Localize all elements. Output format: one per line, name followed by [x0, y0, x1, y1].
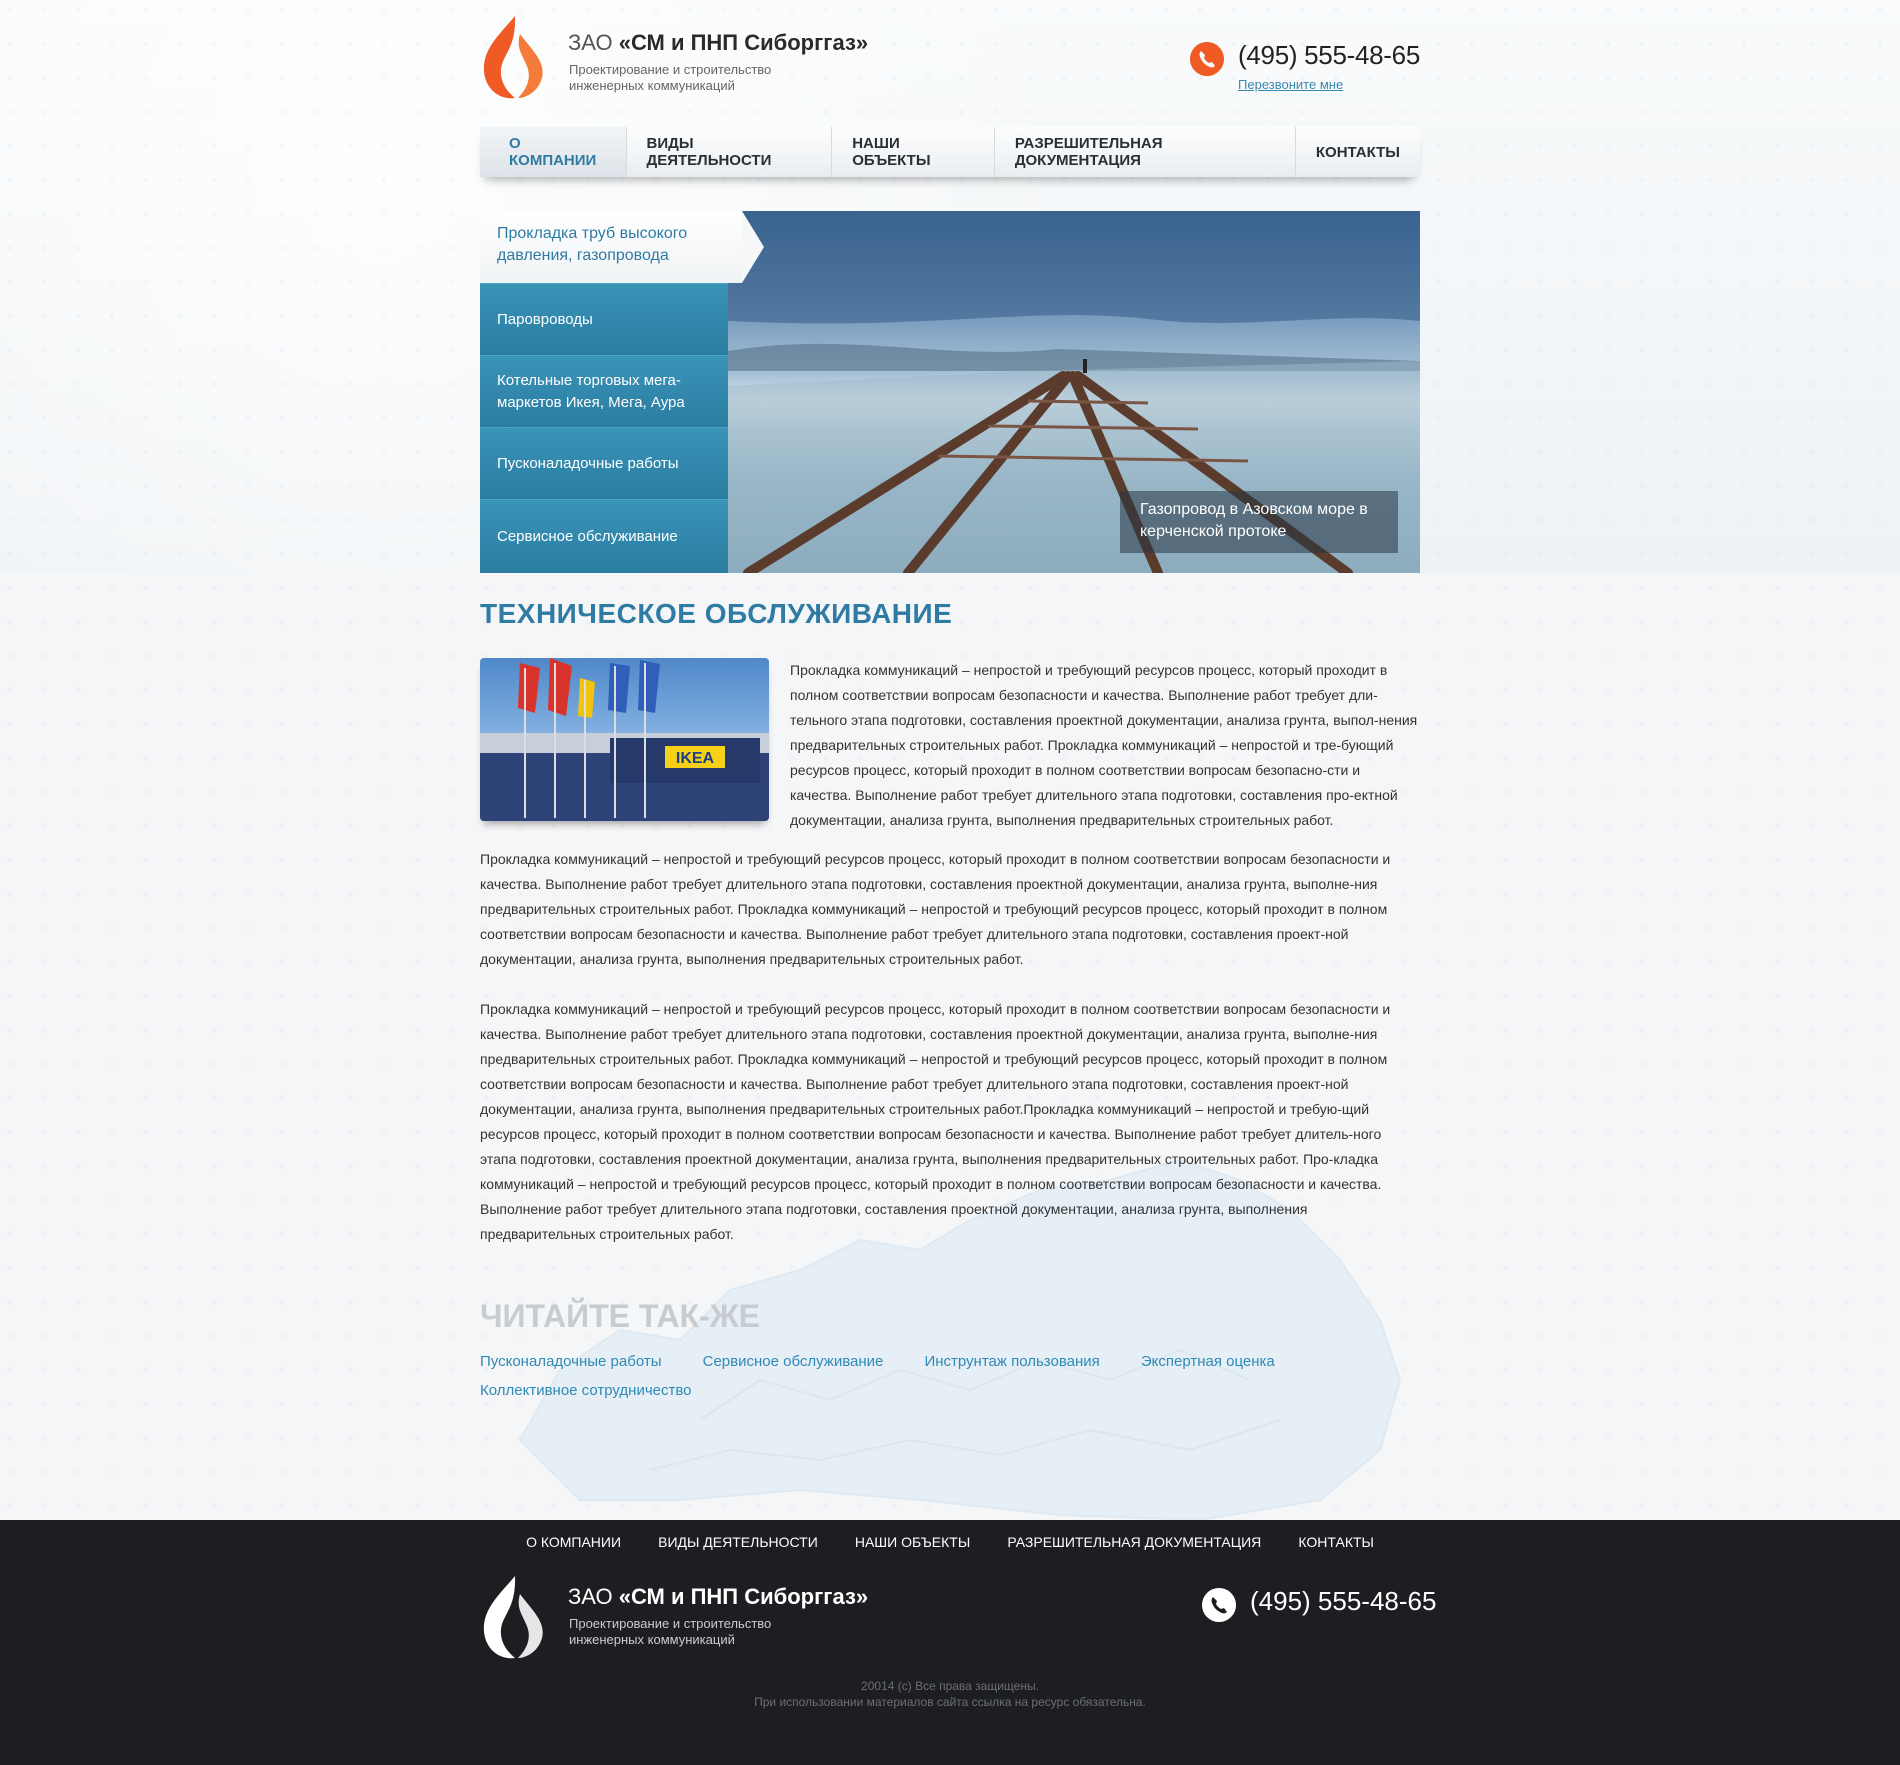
company-tagline: Проектирование и строительство инженерны… [569, 62, 772, 93]
read-also-links: Пусконаладочные работы Сервисное обслужи… [480, 1351, 1420, 1409]
footer-company-name: ЗАО «СМ и ПНП Сиборггаз» [568, 1584, 868, 1610]
intro-paragraph: Прокладка коммуникаций – непростой и тре… [790, 662, 1418, 828]
read-also-link[interactable]: Сервисное обслуживание [703, 1353, 884, 1370]
footer-phone-number[interactable]: (495) 555-48-65 [1250, 1586, 1436, 1617]
company-prefix: ЗАО [568, 30, 619, 55]
slider-photo: Газопровод в Азовском море в керченской … [728, 211, 1420, 573]
callback-link[interactable]: Перезвоните мне [1238, 77, 1420, 92]
company-name: ЗАО «СМ и ПНП Сиборггаз» [568, 30, 868, 56]
slider-item-service[interactable]: Сервисное обслуживание [480, 499, 728, 573]
content-paragraph-2: Прокладка коммуникаций – непростой и тре… [480, 1001, 1391, 1242]
active-arrow-icon [742, 211, 764, 283]
footer-nav-contacts[interactable]: КОНТАКТЫ [1298, 1534, 1374, 1550]
phone-number[interactable]: (495) 555-48-65 [1238, 40, 1420, 71]
page-title: ТЕХНИЧЕСКОЕ ОБСЛУЖИВАНИЕ [480, 598, 953, 629]
phone-icon [1190, 42, 1225, 76]
slider-item-label: Котельные торговых мега-маркетов Икея, М… [497, 371, 685, 411]
footer-phone-icon [1202, 1588, 1236, 1622]
footer-flame-logo-icon[interactable] [480, 1574, 550, 1660]
ikea-sign-text: IKEA [676, 750, 715, 767]
footer-company-prefix: ЗАО [568, 1584, 619, 1609]
nav-item-contacts[interactable]: КОНТАКТЫ [1296, 127, 1420, 177]
slider-item-label: Паровроводы [497, 310, 593, 328]
read-also-link[interactable]: Экспертная оценка [1141, 1353, 1275, 1370]
read-also-title: ЧИТАЙТЕ ТАК-ЖЕ [480, 1298, 760, 1334]
footer-nav-activities[interactable]: ВИДЫ ДЕЯТЕЛЬНОСТИ [658, 1534, 818, 1550]
read-also-link[interactable]: Инструнтаж пользования [924, 1353, 1099, 1370]
site-header: ЗАО «СМ и ПНП Сиборггаз» Проектирование … [480, 0, 1420, 120]
copyright: 20014 (с) Все права защищены. При исполь… [0, 1678, 1900, 1710]
footer-nav-permits[interactable]: РАЗРЕШИТЕЛЬНАЯ ДОКУМЕНТАЦИЯ [1007, 1534, 1261, 1550]
nav-item-activities[interactable]: ВИДЫ ДЕЯТЕЛЬНОСТИ [627, 127, 833, 177]
phone-block: (495) 555-48-65 Перезвоните мне [1190, 40, 1420, 92]
hero-slider: Газопровод в Азовском море в керченской … [480, 211, 1420, 573]
site-footer: О КОМПАНИИ ВИДЫ ДЕЯТЕЛЬНОСТИ НАШИ ОБЪЕКТ… [0, 1520, 1900, 1765]
read-also-section: ЧИТАЙТЕ ТАК-ЖЕ Пусконаладочные работы Се… [480, 1298, 1420, 1409]
nav-item-objects[interactable]: НАШИ ОБЪЕКТЫ [832, 127, 995, 177]
slider-active-label: Прокладка труб высокого давления, газопр… [497, 225, 688, 264]
read-also-link[interactable]: Коллективное сотрудничество [480, 1382, 692, 1399]
main-content: ТЕХНИЧЕСКОЕ ОБСЛУЖИВАНИЕ IKEA Прокладка … [480, 598, 1420, 1247]
footer-nav-about[interactable]: О КОМПАНИИ [526, 1534, 621, 1550]
main-nav: О КОМПАНИИ ВИДЫ ДЕЯТЕЛЬНОСТИ НАШИ ОБЪЕКТ… [480, 127, 1420, 177]
flame-logo-icon[interactable] [480, 14, 550, 100]
slide-caption: Газопровод в Азовском море в керченской … [1120, 491, 1398, 553]
ikea-store-image: IKEA [480, 658, 769, 821]
read-also-link[interactable]: Пусконаладочные работы [480, 1353, 662, 1370]
slider-item-label: Пусконаладочные работы [497, 454, 679, 472]
footer-tagline: Проектирование и строительство инженерны… [569, 1616, 772, 1647]
slider-item-commissioning[interactable]: Пусконаладочные работы [480, 427, 728, 499]
slider-item-steam[interactable]: Паровроводы [480, 283, 728, 355]
copyright-line: 20014 (с) Все права защищены. [861, 1679, 1039, 1693]
nav-item-permits[interactable]: РАЗРЕШИТЕЛЬНАЯ ДОКУМЕНТАЦИЯ [995, 127, 1296, 177]
footer-company-name-bold: «СМ и ПНП Сиборггаз» [618, 1584, 869, 1609]
footer-nav: О КОМПАНИИ ВИДЫ ДЕЯТЕЛЬНОСТИ НАШИ ОБЪЕКТ… [0, 1532, 1900, 1551]
copyright-notice: При использовании материалов сайта ссылк… [754, 1695, 1146, 1709]
company-name-bold: «СМ и ПНП Сиборггаз» [618, 30, 869, 55]
intro-block: IKEA Прокладка коммуникаций – непростой … [480, 658, 1420, 842]
nav-item-about[interactable]: О КОМПАНИИ [480, 127, 627, 177]
content-paragraph-1: Прокладка коммуникаций – непростой и тре… [480, 851, 1391, 967]
slider-item-boilers[interactable]: Котельные торговых мега-маркетов Икея, М… [480, 355, 728, 427]
slider-menu: Паровроводы Котельные торговых мега-марк… [480, 211, 764, 573]
slider-item-label: Сервисное обслуживание [497, 527, 678, 545]
footer-nav-objects[interactable]: НАШИ ОБЪЕКТЫ [855, 1534, 970, 1550]
slider-item-active[interactable]: Прокладка труб высокого давления, газопр… [480, 211, 742, 283]
